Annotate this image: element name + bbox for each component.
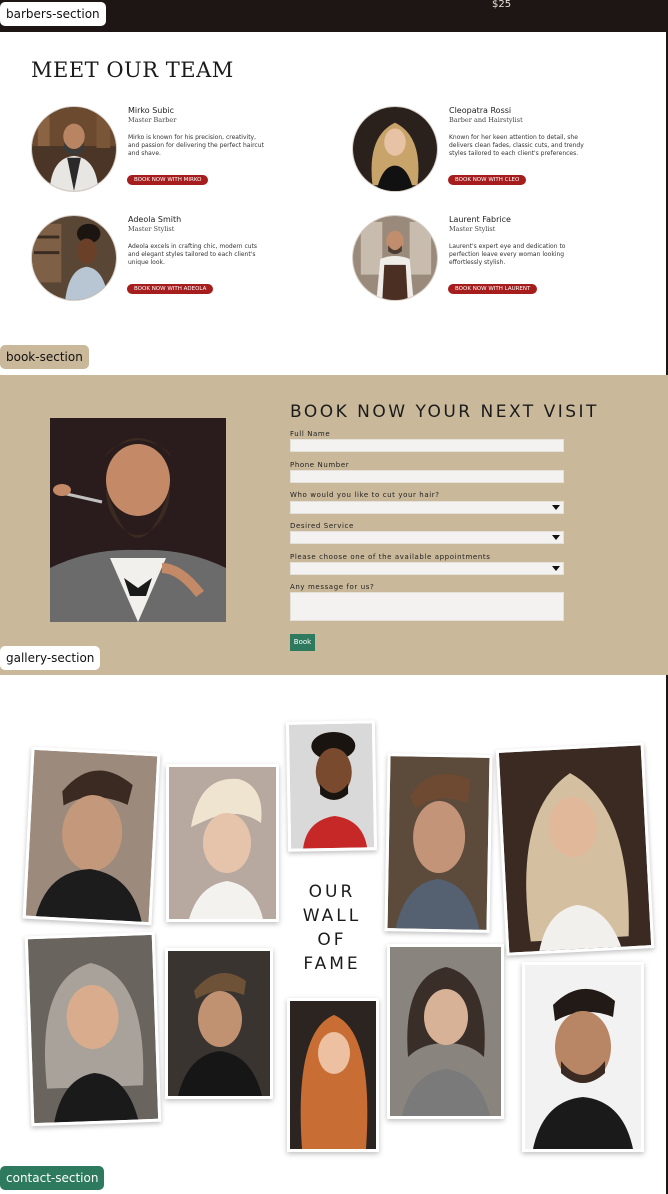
gallery-photo bbox=[165, 948, 273, 1099]
phone-input[interactable] bbox=[290, 470, 564, 483]
barber-avatar bbox=[352, 215, 438, 301]
barber-card-mirko: Mirko Subic Master Barber Mirko is known… bbox=[31, 106, 311, 196]
barber-name: Adeola Smith bbox=[128, 215, 182, 224]
message-textarea[interactable] bbox=[290, 592, 564, 621]
barber-bio: Mirko is known for his precision, creati… bbox=[128, 134, 264, 157]
book-section-photo bbox=[50, 418, 226, 622]
gallery-section-tag: gallery-section bbox=[0, 646, 101, 670]
book-with-adeola-button[interactable]: BOOK NOW WITH ADEOLA bbox=[127, 284, 214, 294]
full-name-label: Full Name bbox=[290, 430, 331, 438]
barber-avatar bbox=[31, 106, 117, 192]
chevron-down-icon bbox=[552, 566, 560, 571]
barber-role: Master Stylist bbox=[449, 225, 496, 233]
barber-bio: Known for her keen attention to detail, … bbox=[449, 134, 584, 157]
barber-card-cleo: Cleopatra Rossi Barber and Hairstylist K… bbox=[352, 106, 632, 196]
barber-name: Cleopatra Rossi bbox=[449, 106, 512, 115]
barbers-section-tag: barbers-section bbox=[0, 2, 106, 26]
price-text: $25 bbox=[492, 0, 512, 10]
gallery-title-line: FAME bbox=[303, 954, 361, 974]
gallery-photo bbox=[495, 742, 655, 956]
booking-title: BOOK NOW YOUR NEXT VISIT bbox=[290, 402, 599, 422]
gallery-photo bbox=[384, 753, 493, 933]
team-title: MEET OUR TEAM bbox=[31, 58, 234, 82]
barber-card-laurent: Laurent Fabrice Master Stylist Laurent's… bbox=[352, 215, 632, 305]
barber-select[interactable] bbox=[290, 501, 564, 514]
barber-avatar bbox=[31, 215, 117, 301]
gallery-photo bbox=[285, 720, 378, 852]
chevron-down-icon bbox=[552, 535, 560, 540]
service-select[interactable] bbox=[290, 531, 564, 544]
gallery-photo bbox=[522, 962, 644, 1152]
appointment-select[interactable] bbox=[290, 562, 564, 575]
gallery-photo bbox=[166, 764, 279, 922]
full-name-input[interactable] bbox=[290, 439, 564, 452]
barber-role: Master Stylist bbox=[128, 225, 175, 233]
gallery-title: OUR WALL OF FAME bbox=[288, 880, 376, 976]
contact-section-tag: contact-section bbox=[0, 1166, 105, 1190]
gallery-title-line: OUR bbox=[308, 882, 356, 902]
book-with-laurent-button[interactable]: BOOK NOW WITH LAURENT bbox=[448, 284, 538, 294]
chevron-down-icon bbox=[552, 505, 560, 510]
gallery-photo bbox=[287, 998, 379, 1152]
appointment-select-label: Please choose one of the available appoi… bbox=[290, 553, 491, 561]
barber-card-adeola: Adeola Smith Master Stylist Adeola excel… bbox=[31, 215, 311, 305]
barber-name: Laurent Fabrice bbox=[449, 215, 511, 224]
barber-role: Master Barber bbox=[128, 116, 177, 124]
barber-role: Barber and Hairstylist bbox=[449, 116, 523, 124]
gallery-title-line: OF bbox=[317, 930, 347, 950]
barber-bio: Laurent's expert eye and dedication to p… bbox=[449, 243, 566, 266]
barber-bio: Adeola excels in crafting chic, modern c… bbox=[128, 243, 258, 266]
book-with-cleo-button[interactable]: BOOK NOW WITH CLEO bbox=[448, 175, 527, 185]
barber-name: Mirko Subic bbox=[128, 106, 175, 115]
service-select-label: Desired Service bbox=[290, 522, 354, 530]
barber-select-label: Who would you like to cut your hair? bbox=[290, 491, 440, 499]
phone-label: Phone Number bbox=[290, 461, 350, 469]
book-submit-button[interactable]: Book bbox=[290, 634, 315, 651]
gallery-title-line: WALL bbox=[302, 906, 362, 926]
barber-avatar bbox=[352, 106, 438, 192]
message-label: Any message for us? bbox=[290, 583, 375, 591]
gallery-photo bbox=[24, 931, 162, 1127]
gallery-photo bbox=[22, 746, 161, 926]
book-section: BOOK NOW YOUR NEXT VISIT Full Name Phone… bbox=[0, 375, 668, 675]
book-section-tag: book-section bbox=[0, 345, 89, 369]
book-with-mirko-button[interactable]: BOOK NOW WITH MIRKO bbox=[127, 175, 209, 185]
gallery-photo bbox=[387, 944, 504, 1119]
